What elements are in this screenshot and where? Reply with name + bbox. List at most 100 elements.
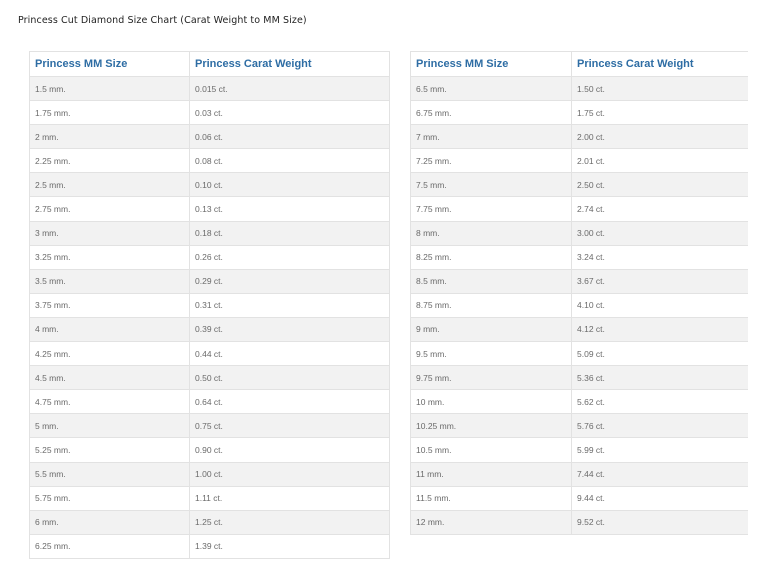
mm-size-cell: 5.25 mm. <box>29 437 190 463</box>
table-row: 8.25 mm. 3.24 ct. <box>410 244 748 270</box>
size-chart-table-right: Princess MM Size Princess Carat Weight 6… <box>410 51 748 535</box>
mm-size-cell: 2.5 mm. <box>29 172 190 198</box>
carat-weight-cell: 3.67 ct. <box>571 268 748 294</box>
mm-size-cell: 3 mm. <box>29 220 190 246</box>
mm-size-cell: 9.75 mm. <box>410 365 572 391</box>
table-row: 3.25 mm. 0.26 ct. <box>29 244 390 270</box>
carat-weight-cell: 7.44 ct. <box>571 461 748 487</box>
carat-weight-cell: 0.31 ct. <box>189 292 390 318</box>
carat-weight-cell: 5.76 ct. <box>571 413 748 439</box>
carat-weight-cell: 0.015 ct. <box>189 75 390 102</box>
mm-size-cell: 8.75 mm. <box>410 292 572 318</box>
table-row: 6.75 mm. 1.75 ct. <box>410 100 748 126</box>
mm-size-cell: 8.5 mm. <box>410 268 572 294</box>
mm-size-cell: 12 mm. <box>410 509 572 535</box>
carat-weight-cell: 1.25 ct. <box>189 509 390 535</box>
carat-weight-cell: 0.50 ct. <box>189 365 390 391</box>
table-row: 2.25 mm. 0.08 ct. <box>29 148 390 174</box>
table-header-row: Princess MM Size Princess Carat Weight <box>29 51 390 77</box>
table-row: 10.25 mm. 5.76 ct. <box>410 413 748 439</box>
mm-size-cell: 7.25 mm. <box>410 148 572 174</box>
table-row: 8.5 mm. 3.67 ct. <box>410 268 748 294</box>
table-row: 7.5 mm. 2.50 ct. <box>410 172 748 198</box>
table-row: 9 mm. 4.12 ct. <box>410 316 748 343</box>
table-row: 4.75 mm. 0.64 ct. <box>29 389 390 415</box>
mm-size-cell: 10 mm. <box>410 389 572 415</box>
mm-size-cell: 4.5 mm. <box>29 365 190 391</box>
table-row: 7.75 mm. 2.74 ct. <box>410 196 748 222</box>
mm-size-cell: 8.25 mm. <box>410 244 572 270</box>
table-row: 10.5 mm. 5.99 ct. <box>410 437 748 463</box>
table-row: 4.25 mm. 0.44 ct. <box>29 341 390 367</box>
table-row: 4.5 mm. 0.50 ct. <box>29 365 390 391</box>
carat-weight-cell: 1.75 ct. <box>571 100 748 126</box>
mm-size-cell: 6.5 mm. <box>410 75 572 102</box>
carat-weight-cell: 0.90 ct. <box>189 437 390 463</box>
mm-size-cell: 3.25 mm. <box>29 244 190 270</box>
carat-weight-cell: 2.01 ct. <box>571 148 748 174</box>
carat-weight-cell: 4.10 ct. <box>571 292 748 318</box>
table-row: 11.5 mm. 9.44 ct. <box>410 485 748 511</box>
mm-size-cell: 4.75 mm. <box>29 389 190 415</box>
carat-weight-cell: 0.03 ct. <box>189 100 390 126</box>
mm-size-cell: 4 mm. <box>29 316 190 343</box>
carat-weight-cell: 0.44 ct. <box>189 341 390 367</box>
carat-weight-cell: 0.08 ct. <box>189 148 390 174</box>
mm-size-cell: 1.5 mm. <box>29 75 190 102</box>
carat-weight-cell: 1.39 ct. <box>189 533 390 559</box>
table-row: 6.25 mm. 1.39 ct. <box>29 533 390 559</box>
table-row: 4 mm. 0.39 ct. <box>29 316 390 343</box>
carat-weight-cell: 5.36 ct. <box>571 365 748 391</box>
mm-size-cell: 2.75 mm. <box>29 196 190 222</box>
table-row: 8 mm. 3.00 ct. <box>410 220 748 246</box>
mm-size-cell: 5 mm. <box>29 413 190 439</box>
table-row: 6 mm. 1.25 ct. <box>29 509 390 535</box>
mm-size-cell: 8 mm. <box>410 220 572 246</box>
table-row: 2 mm. 0.06 ct. <box>29 124 390 150</box>
carat-weight-cell: 0.13 ct. <box>189 196 390 222</box>
table-row: 5.75 mm. 1.11 ct. <box>29 485 390 511</box>
table-header-row: Princess MM Size Princess Carat Weight <box>410 51 748 77</box>
carat-weight-cell: 5.99 ct. <box>571 437 748 463</box>
table-row: 2.5 mm. 0.10 ct. <box>29 172 390 198</box>
carat-weight-cell: 5.62 ct. <box>571 389 748 415</box>
table-row: 1.75 mm. 0.03 ct. <box>29 100 390 126</box>
header-carat-weight: Princess Carat Weight <box>189 51 390 77</box>
carat-weight-cell: 9.52 ct. <box>571 509 748 535</box>
table-row: 5 mm. 0.75 ct. <box>29 413 390 439</box>
mm-size-cell: 3.5 mm. <box>29 268 190 294</box>
carat-weight-cell: 0.75 ct. <box>189 413 390 439</box>
mm-size-cell: 10.5 mm. <box>410 437 572 463</box>
table-row: 10 mm. 5.62 ct. <box>410 389 748 415</box>
mm-size-cell: 7 mm. <box>410 124 572 150</box>
mm-size-cell: 6.75 mm. <box>410 100 572 126</box>
carat-weight-cell: 5.09 ct. <box>571 341 748 367</box>
carat-weight-cell: 0.64 ct. <box>189 389 390 415</box>
carat-weight-cell: 2.74 ct. <box>571 196 748 222</box>
table-row: 3.75 mm. 0.31 ct. <box>29 292 390 318</box>
mm-size-cell: 6.25 mm. <box>29 533 190 559</box>
table-row: 11 mm. 7.44 ct. <box>410 461 748 487</box>
table-row: 5.5 mm. 1.00 ct. <box>29 461 390 487</box>
carat-weight-cell: 1.50 ct. <box>571 75 748 102</box>
carat-weight-cell: 0.29 ct. <box>189 268 390 294</box>
carat-weight-cell: 2.50 ct. <box>571 172 748 198</box>
table-row: 6.5 mm. 1.50 ct. <box>410 75 748 102</box>
carat-weight-cell: 2.00 ct. <box>571 124 748 150</box>
table-row: 2.75 mm. 0.13 ct. <box>29 196 390 222</box>
table-row: 9.5 mm. 5.09 ct. <box>410 341 748 367</box>
table-row: 3.5 mm. 0.29 ct. <box>29 268 390 294</box>
mm-size-cell: 6 mm. <box>29 509 190 535</box>
carat-weight-cell: 0.18 ct. <box>189 220 390 246</box>
mm-size-cell: 5.5 mm. <box>29 461 190 487</box>
header-carat-weight: Princess Carat Weight <box>571 51 748 77</box>
table-row: 5.25 mm. 0.90 ct. <box>29 437 390 463</box>
carat-weight-cell: 3.00 ct. <box>571 220 748 246</box>
carat-weight-cell: 4.12 ct. <box>571 316 748 343</box>
mm-size-cell: 1.75 mm. <box>29 100 190 126</box>
mm-size-cell: 2.25 mm. <box>29 148 190 174</box>
size-chart-table-left: Princess MM Size Princess Carat Weight 1… <box>29 51 390 559</box>
mm-size-cell: 4.25 mm. <box>29 341 190 367</box>
table-row: 12 mm. 9.52 ct. <box>410 509 748 535</box>
carat-weight-cell: 0.26 ct. <box>189 244 390 270</box>
